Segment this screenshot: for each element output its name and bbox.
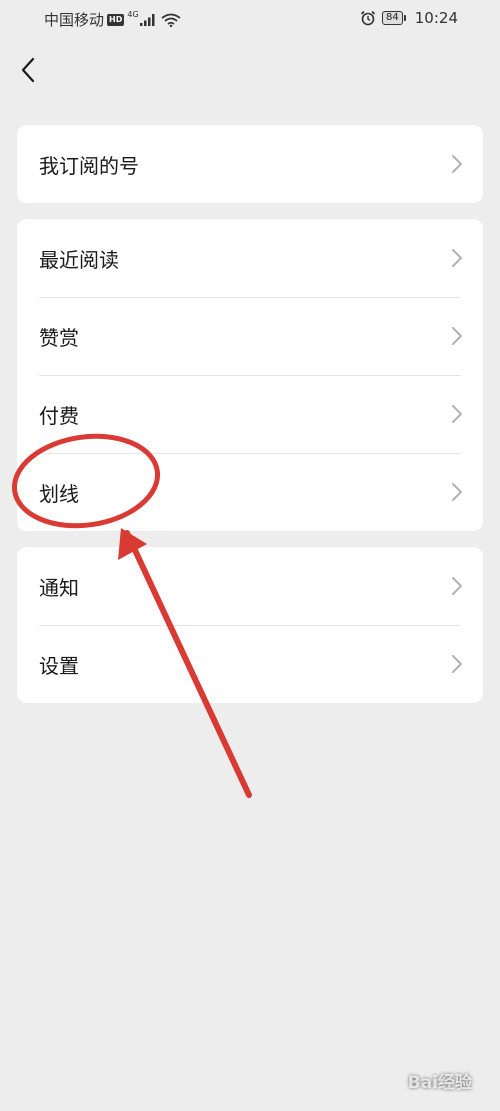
carrier-name: 中国移动 (44, 11, 105, 29)
watermark: Bai经验 (407, 1073, 472, 1093)
menu-item-label: 付费 (39, 403, 79, 428)
chevron-right-icon (452, 577, 462, 595)
menu-item-label: 我订阅的号 (39, 153, 139, 178)
subscriptions-card: 我订阅的号 (17, 125, 483, 203)
reading-card: 最近阅读 赞赏 付费 划线 (17, 219, 483, 531)
signal-icon (139, 13, 155, 26)
menu-item-label: 赞赏 (39, 325, 79, 350)
chevron-right-icon (452, 327, 462, 345)
alarm-icon (360, 10, 376, 26)
chevron-right-icon (452, 155, 462, 173)
chevron-right-icon (452, 405, 462, 423)
status-right: 84 10:24 (360, 9, 458, 27)
hd-badge: HD (107, 13, 125, 26)
menu-item-recent-reading[interactable]: 最近阅读 (17, 219, 483, 297)
status-left: 中国移动 HD 4G (44, 9, 181, 30)
wifi-icon (161, 13, 181, 27)
menu-item-label: 设置 (39, 653, 79, 678)
chevron-right-icon (452, 655, 462, 673)
menu-item-underlines[interactable]: 划线 (17, 453, 483, 531)
chevron-right-icon (452, 249, 462, 267)
menu-item-rewards[interactable]: 赞赏 (17, 297, 483, 375)
menu-item-notifications[interactable]: 通知 (17, 547, 483, 625)
status-bar: 中国移动 HD 4G 84 10:24 (0, 0, 500, 38)
menu-item-subscriptions[interactable]: 我订阅的号 (17, 125, 483, 203)
menu-item-label: 最近阅读 (39, 247, 119, 272)
menu-item-label: 划线 (39, 481, 79, 506)
network-type: 4G (127, 10, 139, 19)
status-time: 10:24 (414, 9, 458, 27)
back-button[interactable] (10, 50, 46, 90)
chevron-right-icon (452, 483, 462, 501)
chevron-left-icon (21, 57, 35, 83)
settings-card: 通知 设置 (17, 547, 483, 703)
menu-item-paid[interactable]: 付费 (17, 375, 483, 453)
menu-item-settings[interactable]: 设置 (17, 625, 483, 703)
menu-item-label: 通知 (39, 575, 79, 600)
battery-indicator: 84 (382, 11, 406, 25)
